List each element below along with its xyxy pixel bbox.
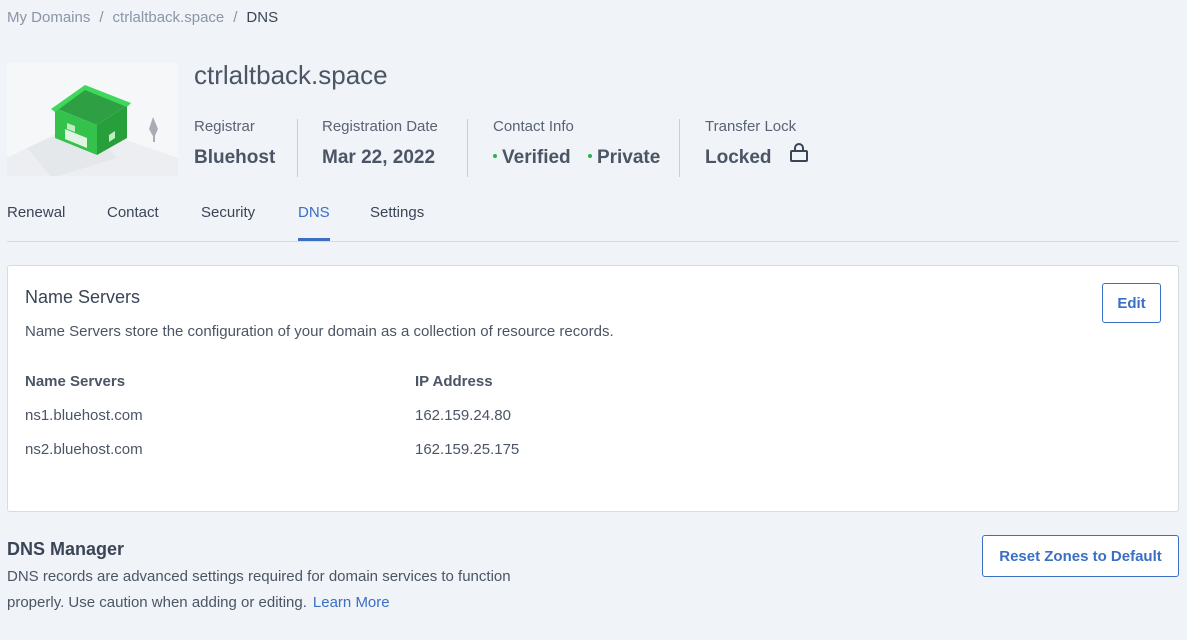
contact-info-value: Verified Private — [493, 147, 660, 169]
domain-title: ctrlaltback.space — [194, 60, 388, 90]
breadcrumb-domain[interactable]: ctrlaltback.space — [113, 9, 225, 26]
registration-date-value: Mar 22, 2022 — [322, 147, 436, 168]
transfer-lock-info: Transfer Lock Locked — [705, 118, 809, 178]
registrar-info: Registrar Bluehost — [194, 118, 275, 178]
breadcrumb-separator: / — [233, 9, 238, 26]
ip-address-cell: 162.159.24.80 — [415, 407, 511, 424]
column-header-ip-address: IP Address — [415, 373, 493, 390]
tab-dns[interactable]: DNS — [298, 204, 330, 221]
tab-settings[interactable]: Settings — [370, 204, 424, 221]
breadcrumb-my-domains[interactable]: My Domains — [7, 9, 90, 26]
dns-manager-description-block: DNS records are advanced settings requir… — [7, 564, 567, 616]
domain-house-image — [7, 63, 178, 176]
breadcrumb: My Domains / ctrlaltback.space / DNS — [7, 9, 278, 26]
ip-address-cell: 162.159.25.175 — [415, 441, 520, 458]
transfer-lock-value-row: Locked — [705, 143, 809, 169]
tab-renewal[interactable]: Renewal — [7, 204, 65, 221]
transfer-lock-value: Locked — [705, 147, 772, 168]
transfer-lock-label: Transfer Lock — [705, 118, 797, 135]
divider — [467, 119, 468, 177]
contact-info: Contact Info Verified Private — [493, 118, 660, 178]
divider — [679, 119, 680, 177]
name-servers-description: Name Servers store the configuration of … — [25, 323, 614, 340]
status-dot-icon — [587, 154, 592, 159]
name-server-cell: ns2.bluehost.com — [25, 441, 143, 458]
domain-tabs: Renewal Contact Security DNS Settings — [7, 195, 1179, 242]
name-servers-card: Name Servers Name Servers store the conf… — [7, 265, 1179, 512]
reset-zones-button[interactable]: Reset Zones to Default — [982, 535, 1179, 577]
contact-verified-status: Verified — [502, 147, 571, 168]
registrar-label: Registrar — [194, 118, 255, 135]
status-dot-icon — [493, 154, 497, 159]
tab-security[interactable]: Security — [201, 204, 255, 221]
registrar-value: Bluehost — [194, 147, 276, 168]
dns-manager-description: DNS records are advanced settings requir… — [7, 568, 511, 611]
contact-private-status: Private — [596, 147, 661, 168]
lock-icon — [789, 142, 809, 168]
breadcrumb-current: DNS — [246, 9, 279, 26]
edit-name-servers-button[interactable]: Edit — [1102, 283, 1161, 323]
active-tab-indicator — [298, 238, 330, 241]
registration-date-info: Registration Date Mar 22, 2022 — [322, 118, 438, 178]
contact-info-label: Contact Info — [493, 118, 574, 135]
name-servers-title: Name Servers — [25, 287, 141, 307]
dns-manager-title: DNS Manager — [7, 539, 125, 559]
tab-contact[interactable]: Contact — [107, 204, 159, 221]
column-header-name-servers: Name Servers — [25, 373, 126, 390]
registration-date-label: Registration Date — [322, 118, 438, 135]
name-server-cell: ns1.bluehost.com — [25, 407, 143, 424]
learn-more-link[interactable]: Learn More — [313, 594, 390, 611]
breadcrumb-separator: / — [99, 9, 104, 26]
divider — [297, 119, 298, 177]
